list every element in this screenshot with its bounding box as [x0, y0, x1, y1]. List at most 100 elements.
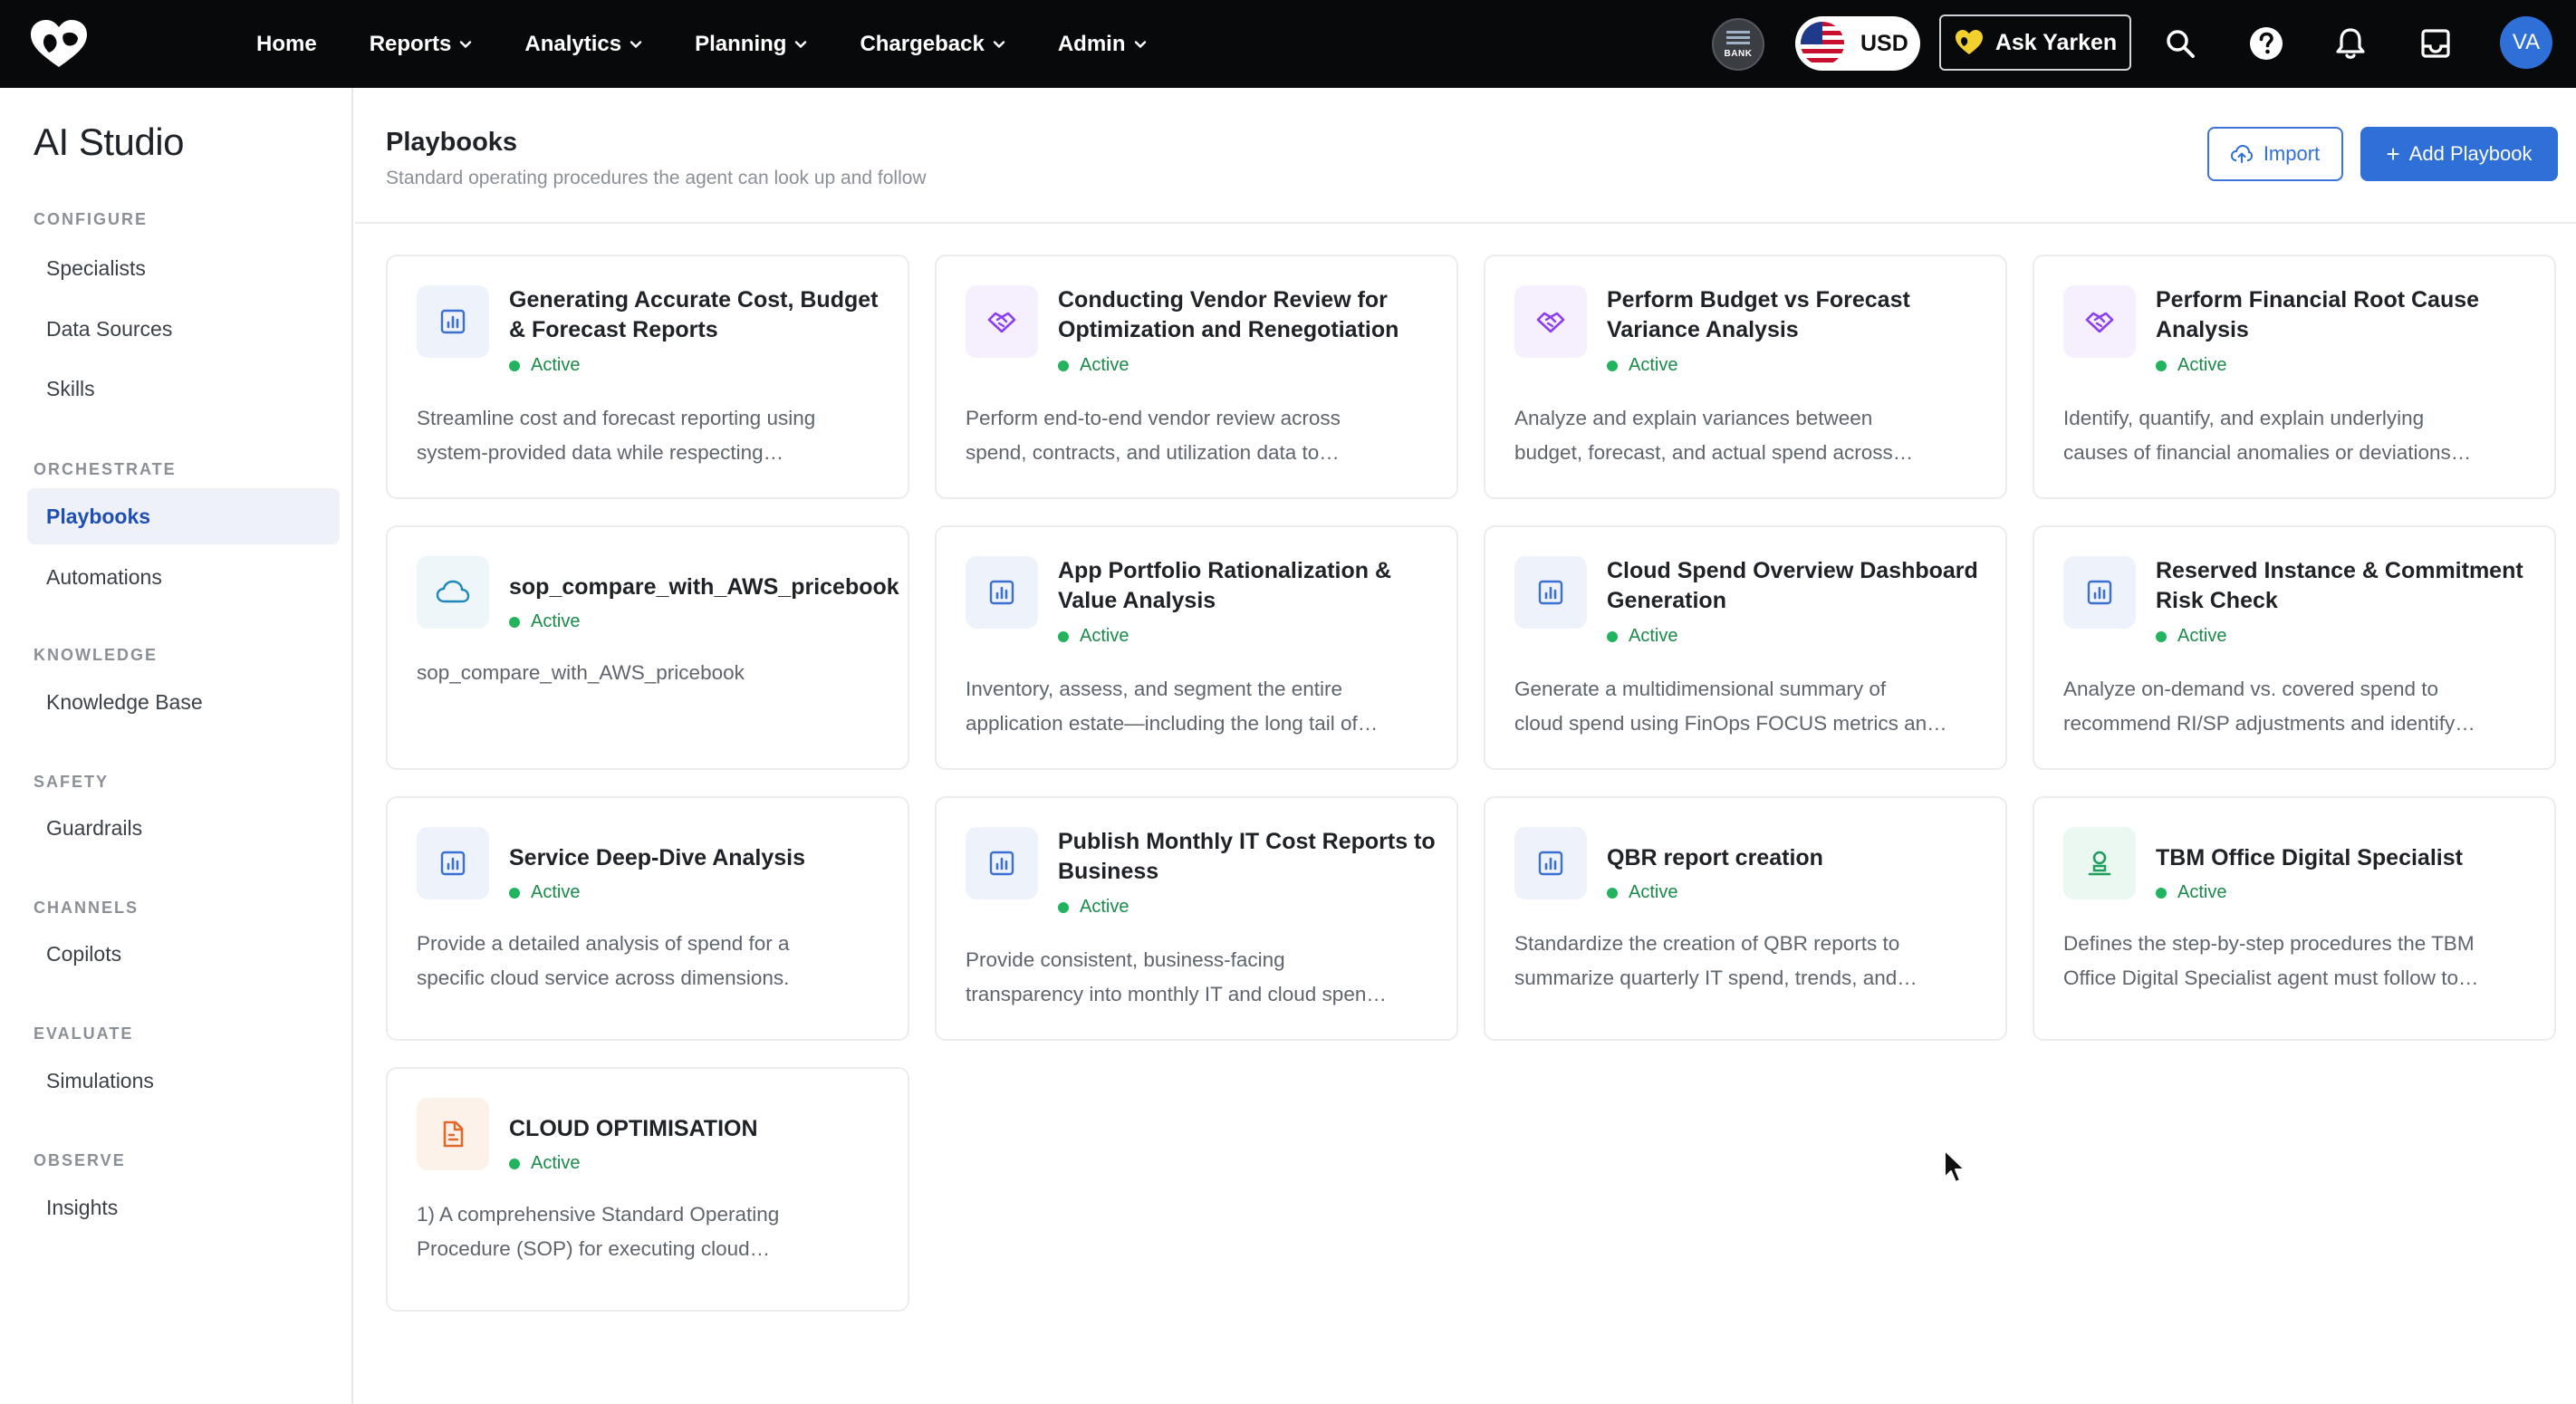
- import-button[interactable]: Import: [2207, 127, 2343, 181]
- playbook-card[interactable]: Perform Budget vs Forecast Variance Anal…: [1484, 255, 2007, 499]
- sidebar-item-specialists[interactable]: Specialists: [27, 240, 340, 296]
- sidebar-item-label: Specialists: [46, 255, 146, 280]
- sidebar-item-label: Automations: [46, 564, 162, 589]
- description-line: system-provided data while respecting…: [417, 441, 784, 464]
- description-line: Generate a multidimensional summary of: [1514, 678, 1887, 700]
- playbook-card[interactable]: Conducting Vendor Review for Optimizatio…: [935, 255, 1458, 499]
- playbook-card[interactable]: Service Deep-Dive Analysis Active Provide …: [386, 796, 909, 1041]
- playbook-card[interactable]: Reserved Instance & Commitment Risk Chec…: [2033, 525, 2556, 770]
- status-badge: Active: [509, 611, 580, 632]
- add-playbook-button[interactable]: + Add Playbook: [2360, 127, 2558, 181]
- playbook-description: Identify, quantify, and explain underlyi…: [2063, 401, 2531, 470]
- status-label: Active: [2177, 626, 2227, 646]
- status-dot-icon: [2156, 630, 2167, 642]
- playbook-description: Streamline cost and forecast reporting u…: [417, 401, 884, 470]
- cloud-icon: [417, 556, 489, 629]
- ask-yarken-button[interactable]: Ask Yarken: [1939, 14, 2131, 71]
- playbook-title: Service Deep-Dive Analysis: [509, 845, 806, 870]
- help-icon[interactable]: [2247, 24, 2285, 63]
- playbook-title: sop_compare_with_AWS_pricebook: [509, 574, 899, 600]
- sidebar-item-label: Data Sources: [46, 316, 173, 341]
- playbook-card[interactable]: Publish Monthly IT Cost Reports to Busin…: [935, 796, 1458, 1041]
- nav-item-home[interactable]: Home: [256, 32, 317, 57]
- status-dot-icon: [1607, 630, 1618, 642]
- status-label: Active: [2177, 882, 2227, 902]
- playbook-description: Provide a detailed analysis of spend for…: [417, 927, 884, 995]
- import-label: Import: [2263, 142, 2321, 165]
- sidebar-item-copilots[interactable]: Copilots: [27, 926, 340, 982]
- sidebar-item-knowledge-base[interactable]: Knowledge Base: [27, 674, 340, 730]
- playbook-description: sop_compare_with_AWS_pricebook: [417, 656, 884, 690]
- playbook-description: Generate a multidimensional summary of cl…: [1514, 672, 1982, 741]
- playbook-card[interactable]: TBM Office Digital Specialist Active Defin…: [2033, 796, 2556, 1041]
- description-line: Analyze and explain variances between: [1514, 407, 1873, 429]
- nav-item-admin[interactable]: Admin: [1058, 32, 1147, 57]
- nav-item-label: Admin: [1057, 31, 1126, 56]
- playbook-card[interactable]: Generating Accurate Cost, Budget & Forec…: [386, 255, 909, 499]
- handshake-icon: [2063, 285, 2136, 358]
- playbook-card[interactable]: sop_compare_with_AWS_pricebook Active sop_…: [386, 525, 909, 770]
- playbook-title: QBR report creation: [1607, 845, 1823, 870]
- chart-icon: [1514, 827, 1587, 899]
- inbox-icon[interactable]: [2417, 24, 2455, 63]
- nav-item-reports[interactable]: Reports: [370, 32, 473, 57]
- sidebar-item-label: Copilots: [46, 941, 122, 966]
- page-title: Playbooks: [386, 128, 518, 157]
- status-label: Active: [531, 611, 581, 631]
- playbook-card[interactable]: Perform Financial Root Cause Analysis Act…: [2033, 255, 2556, 499]
- sidebar-item-playbooks[interactable]: Playbooks: [27, 488, 340, 544]
- sidebar-item-label: Skills: [46, 376, 95, 400]
- sidebar-item-label: Playbooks: [46, 504, 151, 528]
- section-heading-safety: SAFETY: [34, 773, 110, 791]
- page-subtitle: Standard operating procedures the agent …: [386, 168, 927, 188]
- bank-logo-icon[interactable]: BANK: [1712, 18, 1764, 71]
- description-line: budget, forecast, and actual spend acros…: [1514, 441, 1914, 464]
- sidebar-item-insights[interactable]: Insights: [27, 1179, 340, 1236]
- status-badge: Active: [509, 355, 580, 376]
- sidebar-item-label: Guardrails: [46, 815, 143, 840]
- section-heading-configure: CONFIGURE: [34, 210, 148, 228]
- chart-icon: [417, 285, 489, 358]
- bell-icon[interactable]: [2331, 24, 2369, 63]
- chevron-down-icon: [1134, 40, 1146, 48]
- status-badge: Active: [1058, 626, 1129, 647]
- nav-item-analytics[interactable]: Analytics: [524, 32, 642, 57]
- sidebar-item-label: Knowledge Base: [46, 689, 203, 714]
- search-icon[interactable]: [2161, 24, 2199, 63]
- playbook-card[interactable]: App Portfolio Rationalization & Value An…: [935, 525, 1458, 770]
- playbook-description: Analyze and explain variances between bud…: [1514, 401, 1982, 470]
- playbook-card[interactable]: Cloud Spend Overview Dashboard Generatio…: [1484, 525, 2007, 770]
- status-label: Active: [1629, 626, 1678, 646]
- nav-item-label: Home: [256, 31, 317, 56]
- plus-icon: +: [2386, 139, 2400, 168]
- status-label: Active: [1629, 882, 1678, 902]
- currency-selector[interactable]: USD: [1795, 16, 1920, 71]
- status-label: Active: [2177, 355, 2227, 375]
- sidebar-item-automations[interactable]: Automations: [27, 549, 340, 605]
- playbook-title: Cloud Spend Overview Dashboard Generatio…: [1607, 558, 1978, 613]
- status-label: Active: [1080, 355, 1129, 375]
- status-dot-icon: [1607, 360, 1618, 371]
- sidebar-item-label: Insights: [46, 1195, 119, 1219]
- description-line: cloud spend using FinOps FOCUS metrics a…: [1514, 712, 1947, 735]
- status-dot-icon: [2156, 360, 2167, 371]
- section-heading-evaluate: EVALUATE: [34, 1024, 134, 1043]
- playbook-card[interactable]: CLOUD OPTIMISATION Active 1) A comprehensi…: [386, 1067, 909, 1312]
- nav-item-label: Reports: [369, 31, 452, 56]
- nav-item-planning[interactable]: Planning: [695, 32, 807, 57]
- status-badge: Active: [2156, 882, 2226, 903]
- sidebar-item-skills[interactable]: Skills: [27, 361, 340, 417]
- main-menu: Home Reports Analytics Planning Chargeback Ad…: [256, 0, 1199, 88]
- sidebar-item-guardrails[interactable]: Guardrails: [27, 800, 340, 856]
- playbook-card[interactable]: QBR report creation Active Standardize the…: [1484, 796, 2007, 1041]
- description-line: Standardize the creation of QBR reports …: [1514, 932, 1900, 955]
- section-heading-channels: CHANNELS: [34, 899, 139, 917]
- sidebar-item-simulations[interactable]: Simulations: [27, 1053, 340, 1109]
- app-logo-icon[interactable]: [27, 16, 91, 71]
- cloud-upload-icon: [2230, 144, 2253, 163]
- nav-item-chargeback[interactable]: Chargeback: [860, 32, 1005, 57]
- playbook-title: Perform Budget vs Forecast Variance Anal…: [1607, 287, 1910, 342]
- sidebar-item-data-sources[interactable]: Data Sources: [27, 301, 340, 357]
- handshake-icon: [966, 285, 1038, 358]
- user-avatar[interactable]: VA: [2500, 16, 2552, 69]
